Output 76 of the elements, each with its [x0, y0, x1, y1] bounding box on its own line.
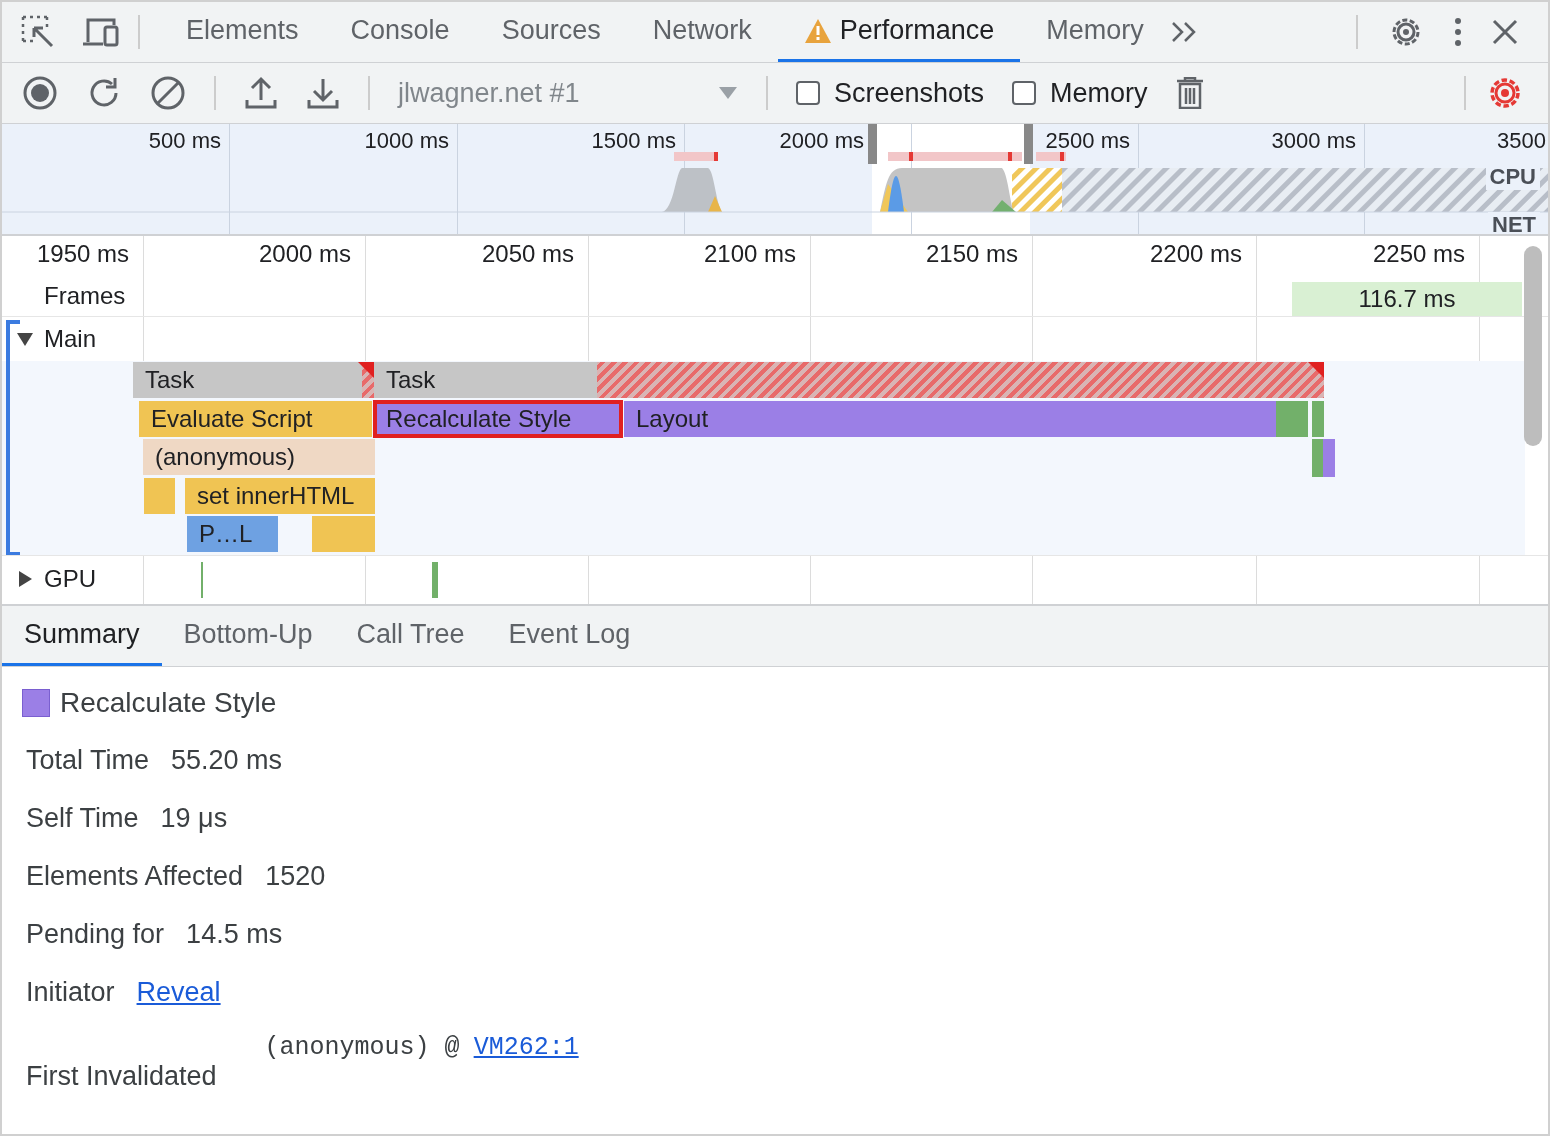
expanded-triangle-icon — [16, 330, 34, 348]
checkbox-label: Screenshots — [834, 77, 985, 109]
overview-tick-label: 3000 ms — [1271, 128, 1356, 154]
range-handle[interactable] — [868, 124, 877, 164]
record-icon[interactable] — [22, 75, 58, 111]
overview-tick-label: 1000 ms — [364, 128, 449, 154]
time-tick-label: 2000 ms — [258, 240, 351, 268]
more-options-icon[interactable] — [1454, 17, 1462, 47]
time-tick-label: 2050 ms — [481, 240, 574, 268]
download-icon[interactable] — [306, 76, 340, 110]
flame-entry[interactable]: set innerHTML — [185, 477, 375, 514]
overview-tick-label: 500 ms — [148, 128, 221, 154]
dropdown-caret-icon — [718, 86, 738, 100]
trash-icon[interactable] — [1175, 77, 1204, 109]
range-handle[interactable] — [1024, 124, 1033, 164]
overview-tick-label: 2500 ms — [1045, 128, 1130, 154]
scrollbar-thumb[interactable] — [1524, 246, 1542, 446]
upload-icon[interactable] — [244, 76, 278, 110]
flame-entry[interactable]: (anonymous) — [143, 439, 375, 475]
warning-icon — [803, 17, 832, 44]
checkbox-label: Memory — [1050, 77, 1148, 109]
checkbox[interactable] — [796, 81, 820, 105]
overview-tick-label: 3500 — [1497, 128, 1546, 154]
track-toggle[interactable]: Main — [16, 325, 97, 353]
flame-entry[interactable]: P…L — [187, 516, 278, 552]
detail-value: 1520 — [265, 860, 326, 892]
gpu-event-mark — [201, 562, 203, 598]
lane-label: NET — [1488, 212, 1540, 234]
flame-entry[interactable]: Evaluate Script — [139, 400, 372, 437]
task-bar[interactable]: Task — [133, 362, 374, 398]
detail-label: Initiator — [26, 976, 115, 1008]
inspect-icon[interactable] — [20, 14, 56, 50]
details-tab[interactable]: Summary — [2, 606, 162, 666]
track-toggle[interactable]: GPU — [16, 565, 96, 593]
flame-entry[interactable]: Layout — [624, 400, 1276, 437]
flame-entry[interactable]: Recalculate Style — [374, 400, 622, 437]
gpu-event-mark — [432, 562, 438, 598]
panel-tab[interactable]: Elements — [160, 2, 325, 62]
detail-label: Pending for — [26, 918, 165, 950]
function-name: (anonymous) @ — [264, 1033, 460, 1064]
overview-tick-label: 2000 ms — [779, 128, 864, 154]
recording-dropdown[interactable]: jlwagner.net #1 — [398, 77, 738, 109]
details-tab[interactable]: Event Log — [486, 606, 653, 666]
time-tick-label: 2200 ms — [1149, 240, 1242, 268]
detail-label: Total Time — [26, 744, 150, 776]
warning-corner-icon — [358, 362, 374, 378]
collapsed-triangle-icon — [16, 570, 34, 588]
category-swatch — [22, 689, 50, 717]
detail-value: 19 μs — [160, 802, 228, 834]
detail-value: 14.5 ms — [186, 918, 283, 950]
detail-label: Self Time — [26, 802, 139, 834]
frame-bar[interactable]: 116.7 ms — [1292, 282, 1522, 316]
clear-icon[interactable] — [150, 75, 186, 111]
task-bar[interactable]: Task — [374, 362, 1324, 398]
close-icon[interactable] — [1492, 19, 1518, 45]
time-tick-label: 2150 ms — [925, 240, 1018, 268]
checkbox[interactable] — [1012, 81, 1037, 105]
device-toolbar-icon[interactable] — [82, 16, 120, 48]
panel-tab[interactable]: Memory — [1020, 2, 1170, 62]
reveal-link[interactable]: Reveal — [136, 976, 221, 1008]
track-label: Frames — [44, 282, 126, 310]
overview-tick-label: 1500 ms — [591, 128, 676, 154]
warning-corner-icon — [1308, 362, 1324, 378]
source-link[interactable]: VM262:1 — [473, 1033, 579, 1092]
detail-label: Elements Affected — [26, 860, 244, 892]
panel-tab[interactable]: Sources — [475, 2, 627, 62]
time-tick-label: 2250 ms — [1372, 240, 1465, 268]
time-tick-label: 2100 ms — [703, 240, 796, 268]
details-tab[interactable]: Bottom-Up — [161, 606, 335, 666]
panel-tab[interactable]: Console — [324, 2, 476, 62]
panel-tab[interactable]: Network — [626, 2, 778, 62]
event-title: Recalculate Style — [60, 687, 277, 719]
detail-value: 55.20 ms — [171, 744, 283, 776]
time-tick-label: 1950 ms — [36, 240, 129, 268]
details-tab[interactable]: Call Tree — [334, 606, 487, 666]
detail-label: First Invalidated — [26, 1060, 217, 1092]
